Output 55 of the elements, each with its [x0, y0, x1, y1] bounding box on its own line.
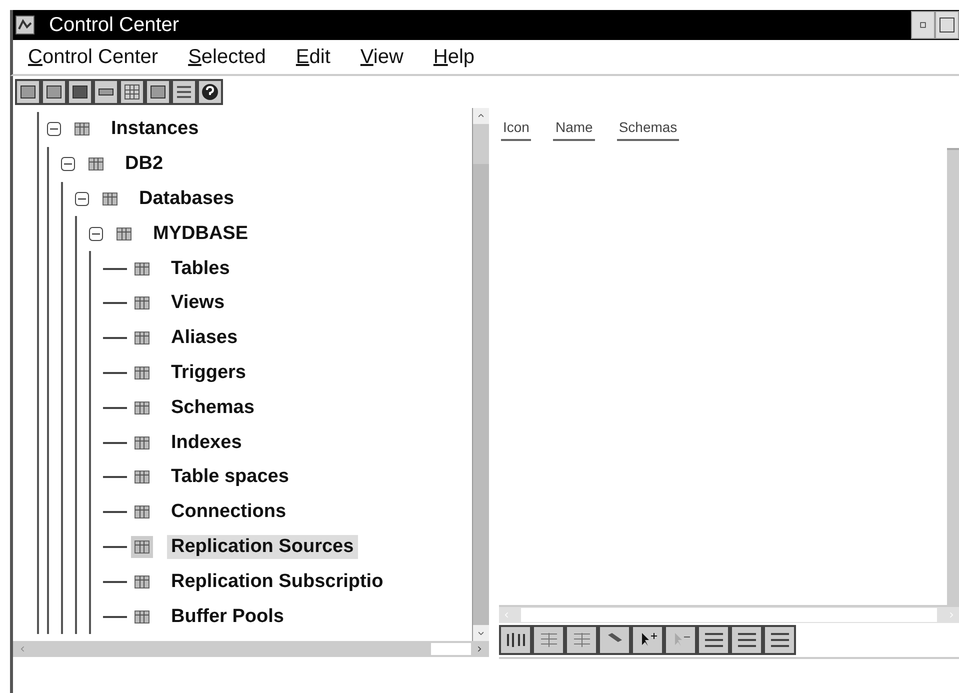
collapse-toggle[interactable]	[75, 192, 89, 206]
toolbar-icon[interactable]	[631, 625, 664, 655]
toolbar-icon[interactable]	[532, 625, 565, 655]
menu-item[interactable]: Edit	[296, 46, 330, 68]
tree-item[interactable]: Instances	[107, 117, 203, 142]
menu-item[interactable]: Selected	[188, 46, 266, 68]
toolbar-icon[interactable]	[67, 79, 93, 105]
tree-item[interactable]: MYDBASE	[149, 222, 252, 246]
vertical-scrollbar[interactable]	[472, 108, 489, 641]
tree-item[interactable]: Databases	[135, 186, 238, 211]
toolbar-icon[interactable]	[15, 79, 41, 105]
tree-item[interactable]: Replication Sources	[167, 534, 358, 559]
toolbar-icon[interactable]	[664, 625, 697, 655]
column-header[interactable]: Icon	[501, 115, 532, 141]
tree-item[interactable]: Tables	[167, 256, 234, 281]
tree-item[interactable]: Triggers	[167, 360, 250, 385]
collapse-toggle[interactable]	[47, 122, 61, 136]
toolbar-icon[interactable]	[730, 625, 763, 655]
column-header[interactable]: Schemas	[616, 115, 680, 141]
toolbar-icon[interactable]	[697, 625, 730, 655]
toolbar-icon[interactable]	[93, 79, 119, 105]
tree-item[interactable]: Indexes	[167, 430, 246, 455]
toolbar-icon[interactable]	[119, 79, 145, 105]
app-icon	[15, 15, 35, 35]
vertical-scrollbar[interactable]	[947, 148, 959, 607]
node-icon	[131, 536, 153, 558]
scroll-thumb[interactable]	[473, 164, 489, 625]
collapse-toggle[interactable]	[61, 157, 75, 172]
toolbar-icon[interactable]	[145, 79, 171, 105]
toolbar-icon[interactable]	[565, 625, 598, 655]
maximize-button[interactable]	[935, 11, 959, 39]
tree-item[interactable]: Replication Subscriptio	[167, 570, 388, 594]
menu-item[interactable]: View	[360, 46, 404, 68]
toolbar-icon[interactable]	[598, 625, 631, 655]
toolbar-icon[interactable]	[197, 79, 223, 105]
toolbar-icon[interactable]	[763, 625, 796, 655]
tree-item[interactable]: Schemas	[167, 396, 258, 420]
tree-item[interactable]: Connections	[167, 500, 290, 524]
menu-item[interactable]: Help	[433, 46, 475, 68]
toolbar-icon[interactable]	[499, 625, 532, 655]
horizontal-scrollbar[interactable]	[13, 641, 489, 657]
tree-item[interactable]: Views	[167, 291, 229, 316]
tree-item[interactable]: Aliases	[167, 326, 242, 350]
column-header[interactable]: Name	[553, 115, 595, 141]
toolbar-icon[interactable]	[171, 79, 197, 105]
tree-item[interactable]: Table spaces	[167, 465, 293, 490]
tree-item[interactable]: DB2	[121, 152, 168, 176]
toolbar-icon[interactable]	[41, 79, 67, 105]
collapse-toggle[interactable]	[89, 226, 103, 241]
scroll-thumb[interactable]	[431, 643, 471, 655]
square-icon	[939, 17, 955, 33]
tree-item[interactable]: Buffer Pools	[167, 604, 288, 629]
window-title: Control Center	[49, 14, 180, 36]
menu-item[interactable]: Control Center	[28, 46, 158, 68]
square-icon	[919, 21, 927, 29]
